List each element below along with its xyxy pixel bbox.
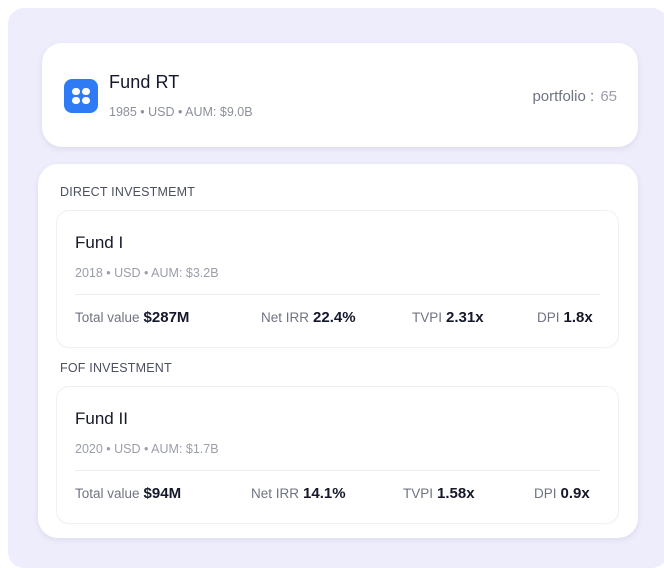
metric-net-irr: Net IRR 22.4%	[261, 309, 356, 327]
section-label-fof: FOF INVESTMENT	[60, 361, 172, 375]
metric-value: 22.4%	[313, 309, 356, 326]
fund-meta: 1985 • USD • AUM: $9.0B	[109, 105, 253, 119]
fund-name: Fund II	[75, 409, 128, 428]
metric-total-value: Total value $287M	[75, 309, 189, 327]
section-label-direct: DIRECT INVESTMEMT	[60, 185, 196, 199]
metric-value: 14.1%	[303, 485, 346, 502]
divider	[75, 294, 600, 295]
metric-label: DPI	[534, 486, 557, 501]
metric-label: Net IRR	[251, 486, 300, 501]
metric-value: 2.31x	[446, 309, 484, 326]
fund-meta: 2018 • USD • AUM: $3.2B	[75, 266, 219, 280]
grid-apps-icon	[64, 79, 98, 113]
fund-meta: 2020 • USD • AUM: $1.7B	[75, 442, 219, 456]
metric-total-value: Total value $94M	[75, 485, 181, 503]
portfolio-label: portfolio :	[532, 88, 595, 105]
metric-label: Net IRR	[261, 310, 310, 325]
metric-label: TVPI	[412, 310, 443, 325]
fund-header-card[interactable]: Fund RT 1985 • USD • AUM: $9.0B portfoli…	[42, 43, 638, 147]
fund-title: Fund RT	[109, 72, 180, 92]
fund-card-direct[interactable]: Fund I 2018 • USD • AUM: $3.2B Total val…	[57, 211, 618, 347]
metric-value: $287M	[143, 309, 190, 326]
metric-dpi: DPI 1.8x	[537, 309, 593, 327]
divider	[75, 470, 600, 471]
metric-value: 0.9x	[560, 485, 590, 502]
portfolio-count: portfolio : 65	[532, 88, 617, 105]
metric-label: TVPI	[403, 486, 434, 501]
metric-net-irr: Net IRR 14.1%	[251, 485, 346, 503]
metric-dpi: DPI 0.9x	[534, 485, 590, 503]
fund-name: Fund I	[75, 233, 124, 252]
metric-tvpi: TVPI 2.31x	[412, 309, 484, 327]
portfolio-count-value: 65	[600, 88, 617, 105]
metric-label: Total value	[75, 310, 140, 325]
metric-value: $94M	[143, 485, 182, 502]
metric-label: Total value	[75, 486, 140, 501]
metric-tvpi: TVPI 1.58x	[403, 485, 475, 503]
metric-value: 1.8x	[563, 309, 593, 326]
metric-value: 1.58x	[437, 485, 475, 502]
metric-label: DPI	[537, 310, 560, 325]
investments-card: DIRECT INVESTMEMT Fund I 2018 • USD • AU…	[38, 164, 638, 538]
fund-card-fof[interactable]: Fund II 2020 • USD • AUM: $1.7B Total va…	[57, 387, 618, 523]
